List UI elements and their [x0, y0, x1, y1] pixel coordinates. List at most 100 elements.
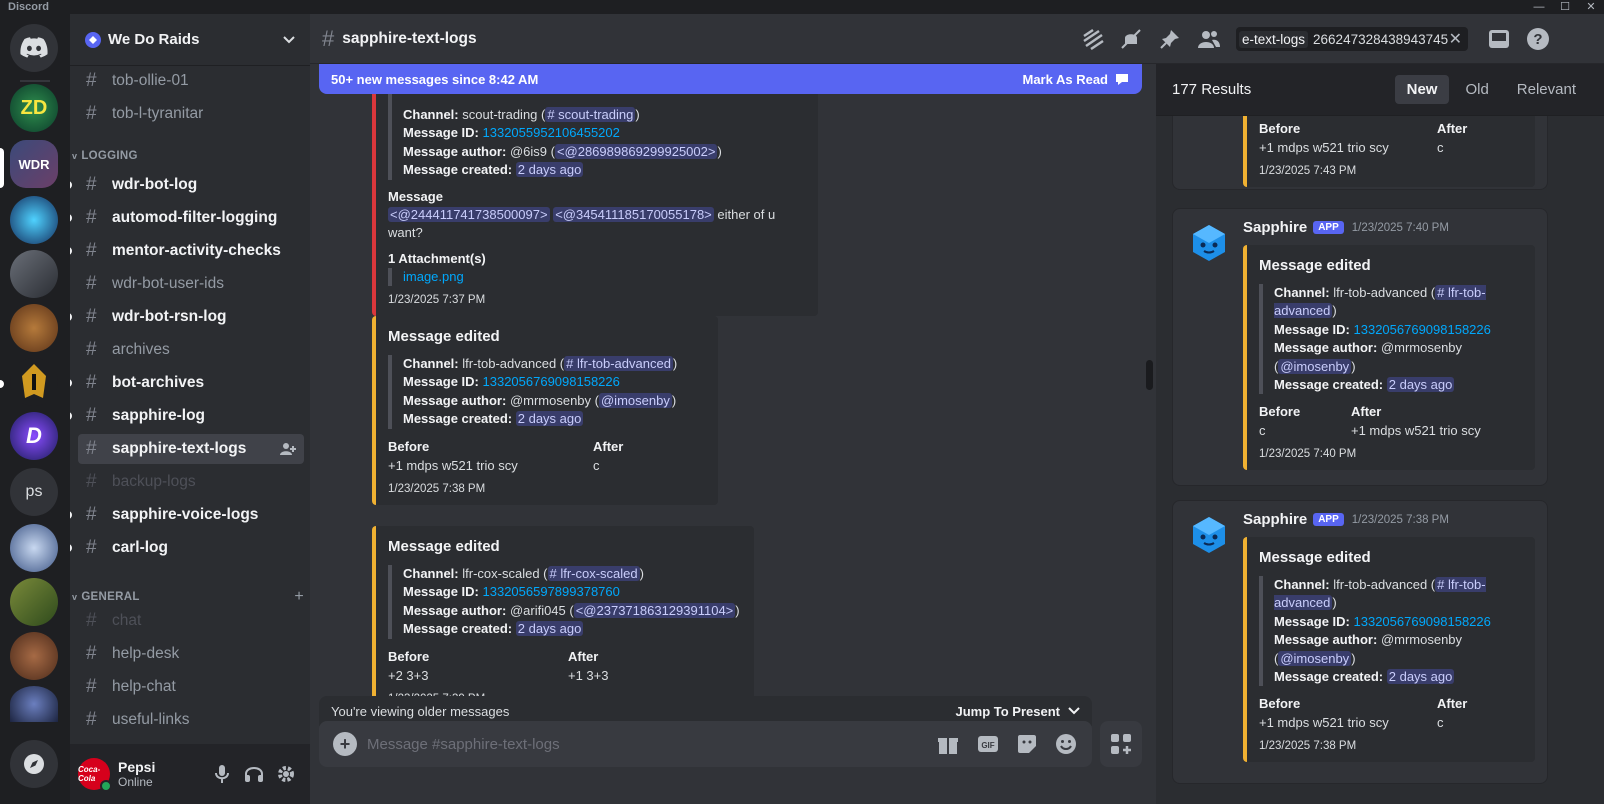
message-input[interactable]: Message #sapphire-text-logs: [367, 736, 560, 753]
server-icon-zd[interactable]: ZD: [10, 84, 58, 132]
threads-button[interactable]: [1080, 26, 1106, 52]
server-icon-10[interactable]: [10, 578, 58, 626]
channel-backup-logs[interactable]: # backup-logs: [78, 467, 304, 497]
sort-tab-old[interactable]: Old: [1453, 75, 1500, 104]
search-result[interactable]: Before +1 mdps w521 trio scy After c 1/23/…: [1172, 116, 1548, 190]
field-value: lfr-tob-advanced (: [1333, 577, 1436, 592]
server-icon-4[interactable]: [10, 250, 58, 298]
direct-messages-button[interactable]: [10, 24, 58, 72]
user-mention[interactable]: <@244411741738500097>: [388, 206, 550, 222]
result-author[interactable]: Sapphire: [1243, 511, 1307, 528]
channel-tob-l-tyranitar[interactable]: # tob-l-tyranitar: [78, 99, 304, 129]
gif-button[interactable]: GIF: [974, 730, 1002, 758]
channel-mention[interactable]: # scout-trading: [545, 107, 636, 122]
user-info[interactable]: Pepsi Online: [118, 759, 206, 789]
channel-wdr-bot-rsn-log[interactable]: # wdr-bot-rsn-log: [70, 302, 304, 332]
channel-carl-log[interactable]: # carl-log: [70, 533, 304, 563]
server-icon-7[interactable]: D: [10, 412, 58, 460]
search-result[interactable]: Sapphire APP 1/23/2025 7:38 PM Message edi…: [1172, 500, 1548, 784]
channel-wdr-bot-user-ids[interactable]: # wdr-bot-user-ids: [78, 269, 304, 299]
server-icon-9[interactable]: [10, 524, 58, 572]
notification-settings-button[interactable]: [1118, 26, 1144, 52]
invite-member-icon[interactable]: [280, 442, 296, 456]
search-result[interactable]: Sapphire APP 1/23/2025 7:40 PM Message edi…: [1172, 208, 1548, 486]
server-icon-5[interactable]: [10, 304, 58, 352]
apps-button[interactable]: [1100, 721, 1142, 767]
embed-fields: Channel: lfr-cox-scaled (# lfr-cox-scale…: [388, 565, 740, 639]
user-mention[interactable]: <@237371863129391104>: [573, 602, 736, 618]
server-icon-6[interactable]: [10, 358, 58, 406]
sort-tab-new[interactable]: New: [1394, 75, 1450, 104]
channel-sapphire-voice-logs[interactable]: # sapphire-voice-logs: [70, 500, 304, 530]
channel-useful-links[interactable]: # useful-links: [78, 705, 304, 735]
minimize-button[interactable]: —: [1526, 0, 1552, 14]
channel-help-desk[interactable]: # help-desk: [78, 639, 304, 669]
maximize-button[interactable]: ☐: [1552, 0, 1578, 14]
channel-wdr-bot-log[interactable]: # wdr-bot-log: [70, 170, 304, 200]
message-id-link[interactable]: 1332056597899378760: [483, 584, 620, 599]
inbox-button[interactable]: [1486, 26, 1512, 52]
server-icon-wdr[interactable]: WDR: [10, 140, 58, 188]
help-button[interactable]: ?: [1525, 26, 1551, 52]
channel-mention[interactable]: # lfr-tob-advanced: [564, 356, 673, 371]
channel-sapphire-log[interactable]: # sapphire-log: [70, 401, 304, 431]
channel-archives[interactable]: # archives: [78, 335, 304, 365]
field-suffix: ): [735, 602, 740, 618]
channel-bot-archives[interactable]: # bot-archives: [70, 368, 304, 398]
channel-chat[interactable]: # chat: [78, 606, 304, 636]
message-id-link[interactable]: 1332056769098158226: [1354, 614, 1491, 629]
before-label: Before: [1259, 404, 1301, 420]
server-icon-12[interactable]: [10, 686, 58, 722]
user-mention[interactable]: @imosenby: [1278, 358, 1352, 374]
category-logging[interactable]: v LOGGING: [72, 150, 304, 162]
channel-tob-ollie-01[interactable]: # tob-ollie-01: [78, 66, 304, 96]
sticker-button[interactable]: [1013, 730, 1041, 758]
new-messages-bar[interactable]: 50+ new messages since 8:42 AM Mark As R…: [319, 64, 1142, 94]
message-id-link[interactable]: 1332056769098158226: [483, 374, 620, 389]
discover-button[interactable]: [10, 740, 58, 788]
jump-to-present-button[interactable]: Jump To Present: [955, 704, 1080, 719]
user-avatar[interactable]: Coca-Cola: [78, 758, 112, 792]
pinned-messages-button[interactable]: [1157, 26, 1183, 52]
clear-search-icon[interactable]: ✕: [1449, 29, 1468, 49]
channel-mentor-activity-checks[interactable]: # mentor-activity-checks: [70, 236, 304, 266]
upload-plus-icon[interactable]: +: [333, 732, 357, 756]
search-input[interactable]: e-text-logs 266247328438943745 ✕: [1236, 27, 1468, 51]
member-list-button[interactable]: [1196, 26, 1222, 52]
message-scrollbar-thumb[interactable]: [1146, 360, 1153, 390]
field-name: Message created:: [1274, 669, 1384, 685]
channel-automod-filter-logging[interactable]: # automod-filter-logging: [70, 203, 304, 233]
attachment-link[interactable]: image.png: [403, 269, 464, 284]
emoji-button[interactable]: [1052, 730, 1080, 758]
hashtag-icon: #: [86, 306, 97, 327]
user-mention[interactable]: @imosenby: [598, 392, 672, 408]
sort-tab-relevant[interactable]: Relevant: [1505, 75, 1588, 104]
gift-button[interactable]: [934, 730, 962, 758]
channel-mention[interactable]: # lfr-cox-scaled: [547, 566, 640, 581]
results-list: Before +1 mdps w521 trio scy After c 1/23/…: [1156, 116, 1604, 804]
close-window-button[interactable]: ✕: [1578, 0, 1604, 14]
message-composer: + Message #sapphire-text-logs GIF: [319, 721, 1092, 767]
user-mention[interactable]: <@286989869299925002>: [554, 143, 718, 159]
mute-button[interactable]: [206, 758, 238, 790]
server-header[interactable]: We Do Raids: [70, 14, 310, 66]
category-general[interactable]: v GENERAL +: [72, 588, 304, 606]
bell-muted-icon: [1121, 29, 1141, 49]
result-author[interactable]: Sapphire: [1243, 219, 1307, 236]
user-settings-button[interactable]: [270, 758, 302, 790]
mark-as-read-button[interactable]: Mark As Read: [1023, 72, 1131, 87]
user-mention[interactable]: <@345411185170055178>: [553, 206, 714, 222]
channel-sapphire-text-logs[interactable]: # sapphire-text-logs: [78, 434, 304, 464]
user-mention[interactable]: @imosenby: [1278, 650, 1352, 666]
field-suffix: ): [717, 143, 722, 159]
field-name: Message ID:: [1274, 321, 1350, 337]
server-icon-ps[interactable]: ps: [10, 468, 58, 516]
channel-help-chat[interactable]: # help-chat: [78, 672, 304, 702]
deafen-button[interactable]: [238, 758, 270, 790]
create-channel-icon[interactable]: +: [294, 588, 304, 606]
message-id-link[interactable]: 1332055952106455202: [483, 125, 620, 140]
message-id-link[interactable]: 1332056769098158226: [1354, 322, 1491, 337]
server-icon-3[interactable]: [10, 196, 58, 244]
older-messages-text: You're viewing older messages: [331, 703, 510, 719]
server-icon-11[interactable]: [10, 632, 58, 680]
